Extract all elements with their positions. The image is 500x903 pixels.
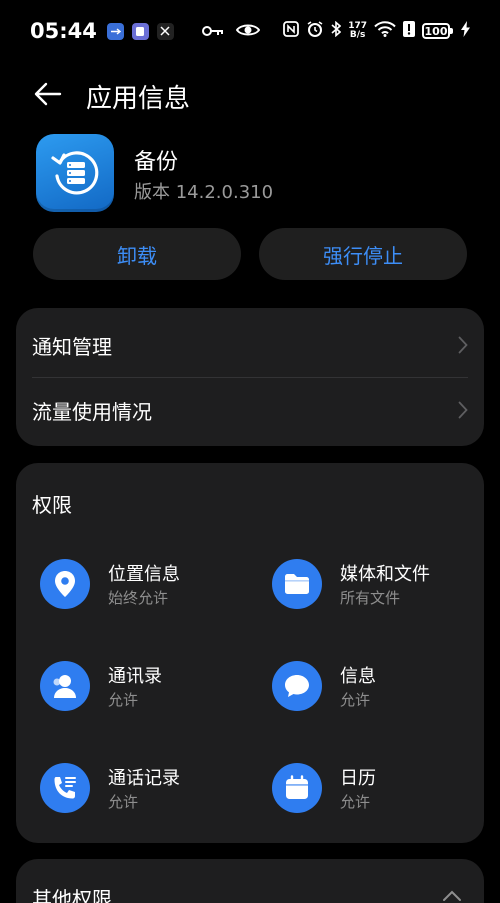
backup-app-icon — [36, 134, 114, 212]
permission-state: 允许 — [340, 793, 371, 811]
header: 应用信息 — [0, 66, 500, 122]
nfc-icon — [283, 21, 300, 41]
status-right-icons: 177 B/s 100 — [283, 20, 470, 42]
battery-indicator: 100 — [422, 23, 453, 39]
permissions-title: 权限 — [32, 493, 72, 517]
permission-calendar[interactable]: 日历 允许 — [264, 758, 484, 818]
permission-state: 允许 — [108, 793, 139, 811]
alert-icon — [403, 21, 415, 41]
permission-name: 媒体和文件 — [340, 564, 430, 585]
other-permissions-card[interactable]: 其他权限 — [16, 859, 484, 903]
wifi-icon — [374, 21, 396, 41]
alarm-icon — [306, 20, 324, 42]
chevron-up-icon — [442, 887, 462, 903]
system-icons — [201, 22, 261, 41]
other-permissions-title: 其他权限 — [32, 887, 112, 903]
status-bar: 05:44 177 B/s 100 — [0, 0, 500, 62]
permission-state: 所有文件 — [340, 589, 401, 607]
back-arrow-icon — [34, 82, 62, 106]
permission-location[interactable]: 位置信息 始终允许 — [32, 554, 252, 614]
data-usage-label: 流量使用情况 — [32, 399, 152, 424]
permission-messages[interactable]: 信息 允许 — [264, 656, 484, 716]
key-icon — [201, 22, 224, 41]
back-button[interactable] — [30, 76, 66, 112]
permission-name: 信息 — [340, 666, 376, 687]
data-usage-row[interactable]: 流量使用情况 — [16, 378, 484, 442]
permission-media-files[interactable]: 媒体和文件 所有文件 — [264, 554, 484, 614]
permission-state: 允许 — [108, 691, 139, 709]
usb-icon — [106, 22, 124, 40]
location-icon — [40, 559, 90, 609]
charging-icon — [461, 21, 470, 41]
permission-name: 通话记录 — [108, 768, 180, 789]
status-time: 05:44 — [30, 19, 97, 43]
eye-icon — [235, 22, 261, 41]
permission-name: 通讯录 — [108, 666, 162, 687]
permission-state: 允许 — [340, 691, 371, 709]
network-speed-unit: B/s — [349, 30, 366, 40]
settings-card: 通知管理 流量使用情况 — [16, 308, 484, 446]
permission-state: 始终允许 — [108, 589, 169, 607]
page-title: 应用信息 — [86, 84, 191, 114]
permission-name: 日历 — [340, 768, 376, 789]
chevron-right-icon — [458, 336, 468, 354]
permissions-card: 权限 位置信息 始终允许 媒体和文件 所有文件 通讯录 允许 信息 允许 通话记… — [16, 463, 484, 843]
app-info-screen: 05:44 177 B/s 100 应用信息 备份 版本 14.2.0.310 … — [0, 0, 500, 903]
calendar-icon — [272, 763, 322, 813]
bluetooth-icon — [331, 20, 342, 41]
contacts-icon — [40, 661, 90, 711]
call-log-icon — [40, 763, 90, 813]
chevron-right-icon — [458, 401, 468, 419]
app-version: 版本 14.2.0.310 — [134, 182, 274, 203]
battery-level: 100 — [424, 24, 448, 38]
force-stop-button[interactable]: 强行停止 — [259, 228, 467, 280]
notification-icons — [106, 22, 174, 40]
app-name: 备份 — [134, 150, 179, 175]
permission-name: 位置信息 — [108, 564, 180, 585]
notification-management-label: 通知管理 — [32, 334, 112, 359]
folder-icon — [272, 559, 322, 609]
x-app-icon — [156, 22, 174, 40]
uninstall-button[interactable]: 卸载 — [33, 228, 241, 280]
message-icon — [272, 661, 322, 711]
permission-call-log[interactable]: 通话记录 允许 — [32, 758, 252, 818]
notification-management-row[interactable]: 通知管理 — [16, 313, 484, 377]
permission-contacts[interactable]: 通讯录 允许 — [32, 656, 252, 716]
notes-app-icon — [131, 22, 149, 40]
network-speed: 177 B/s — [348, 22, 367, 40]
